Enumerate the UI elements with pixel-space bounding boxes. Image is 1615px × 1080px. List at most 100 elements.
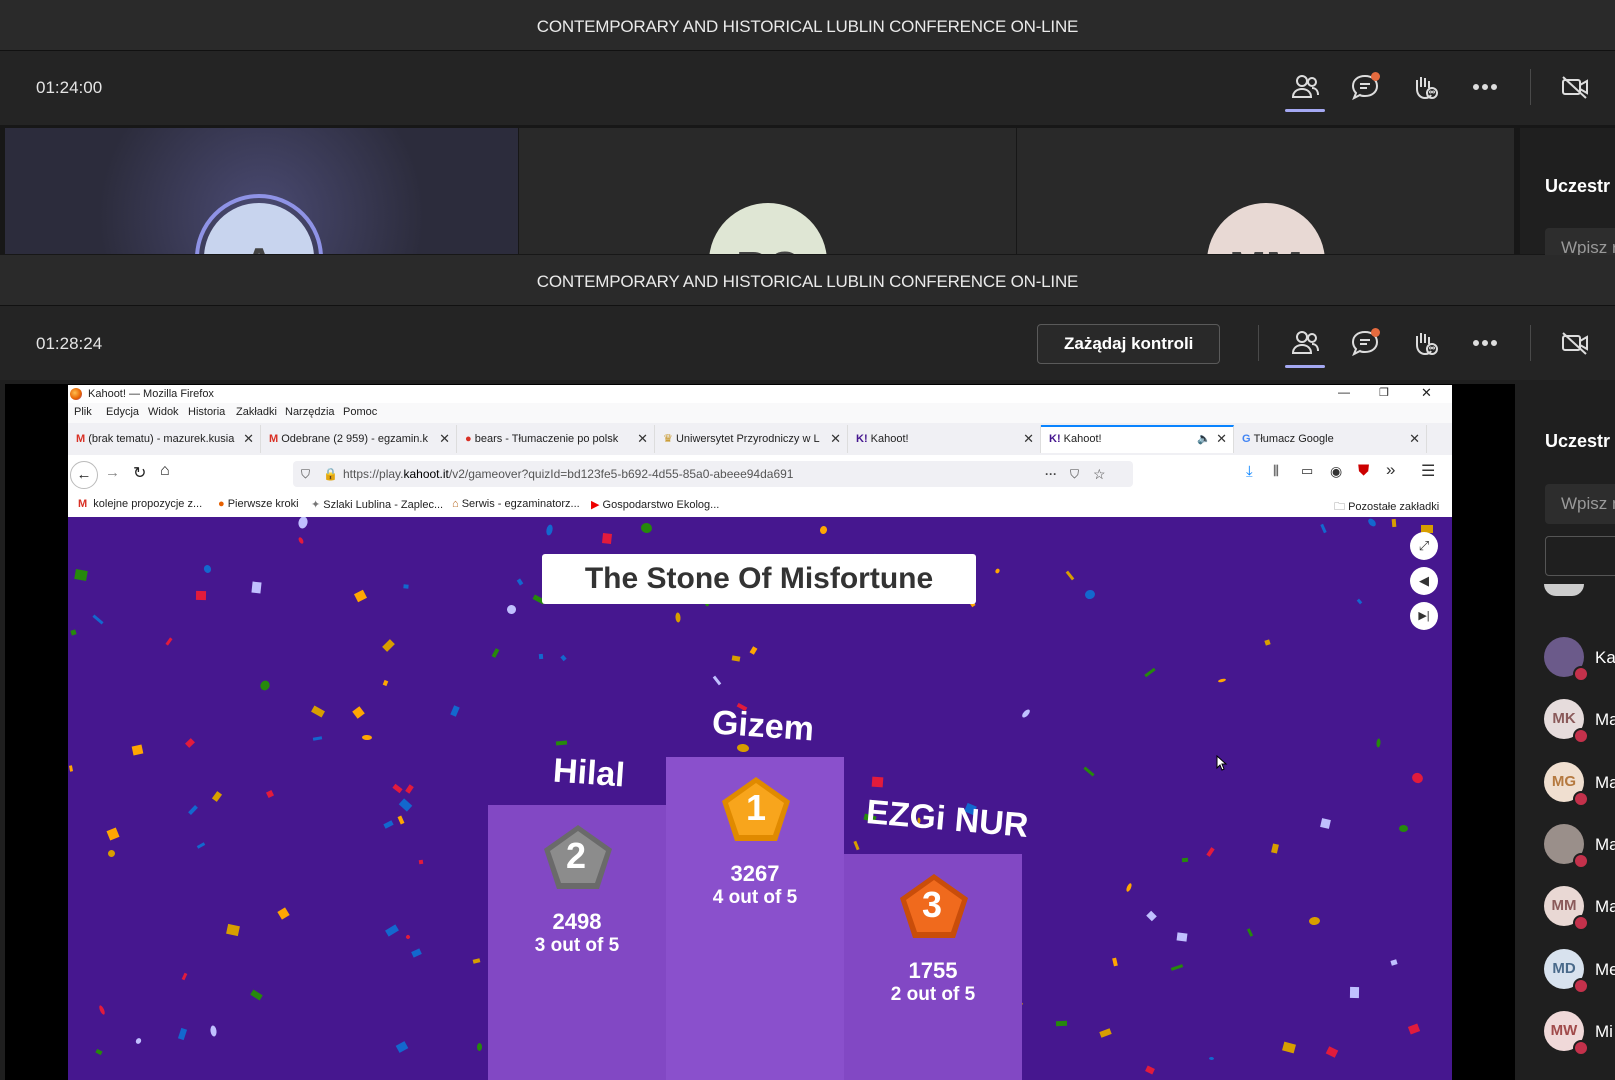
participant-row[interactable]: MK Ma: [1544, 699, 1615, 749]
raise-hand-icon[interactable]: [1407, 325, 1443, 361]
close-tab-icon[interactable]: ✕: [1023, 425, 1034, 453]
close-tab-icon[interactable]: ✕: [439, 425, 450, 453]
browser-tab[interactable]: ♛ Uniwersytet Przyrodniczy w L ✕: [655, 425, 848, 453]
bookmark-item[interactable]: M kolejne propozycje z...: [78, 498, 202, 510]
presence-busy-icon: [1573, 728, 1589, 744]
confetti-piece: [74, 569, 88, 581]
confetti-piece: [1084, 588, 1096, 601]
chat-icon[interactable]: [1347, 325, 1383, 361]
browser-tab[interactable]: M Odebrane (2 959) - egzamin.k ✕: [261, 425, 457, 453]
participant-row[interactable]: MD Me: [1544, 949, 1615, 999]
participant-row[interactable]: MG Ma: [1544, 762, 1615, 812]
volume-icon[interactable]: ◀: [1410, 567, 1438, 595]
confetti-piece: [1376, 738, 1381, 748]
request-control-button[interactable]: Zażądaj kontroli: [1037, 324, 1221, 364]
people-icon[interactable]: [1287, 325, 1323, 361]
menu-bookmarks[interactable]: Zakładki: [236, 406, 277, 418]
back-icon[interactable]: ←: [70, 461, 98, 489]
minimize-button[interactable]: —: [1338, 385, 1350, 399]
menu-history[interactable]: Historia: [188, 406, 225, 418]
participant-row[interactable]: Ma: [1544, 824, 1615, 874]
other-bookmarks[interactable]: 🗀 Pozostałe zakładki: [1334, 498, 1439, 517]
bookmark-item[interactable]: ● Pierwsze kroki: [218, 498, 299, 510]
participants-panel: Uczestr Wpisz r: [1520, 128, 1615, 268]
confetti-piece: [545, 523, 554, 537]
reload-icon[interactable]: ↻: [133, 463, 146, 483]
confetti-piece: [185, 738, 195, 748]
tab-label: Kahoot!: [1063, 433, 1102, 445]
menu-tools[interactable]: Narzędzia: [285, 406, 335, 418]
confetti-piece: [675, 612, 681, 623]
player-score: 2498: [552, 909, 602, 934]
place-number: 2: [566, 835, 587, 876]
home-icon[interactable]: ⌂: [160, 462, 170, 480]
people-icon[interactable]: [1287, 69, 1323, 105]
close-tab-icon[interactable]: ✕: [1216, 427, 1227, 451]
raise-hand-icon[interactable]: [1407, 69, 1443, 105]
university-icon: ♛: [663, 433, 673, 445]
close-tab-icon[interactable]: ✕: [637, 425, 648, 453]
tab-strip: M (brak tematu) - mazurek.kusia ✕ M Odebr…: [68, 423, 1452, 456]
place-number: 3: [922, 884, 943, 925]
video-tile[interactable]: MM: [1017, 128, 1514, 254]
close-window-button[interactable]: ✕: [1421, 385, 1432, 401]
video-tile[interactable]: A: [5, 128, 518, 254]
overflow-chevron-icon[interactable]: »: [1386, 460, 1395, 480]
close-tab-icon[interactable]: ✕: [830, 425, 841, 453]
ublock-icon[interactable]: ⛊: [1358, 462, 1369, 479]
menu-view[interactable]: Widok: [148, 406, 179, 418]
library-icon[interactable]: ⫼: [1273, 463, 1279, 479]
more-icon[interactable]: [1467, 69, 1503, 105]
menu-file[interactable]: Plik: [74, 406, 92, 418]
skip-icon[interactable]: ▶|: [1410, 602, 1438, 630]
participant-search-input[interactable]: Wpisz n: [1545, 484, 1615, 524]
forward-icon[interactable]: →: [105, 464, 120, 481]
bookmark-item[interactable]: ▶ Gospodarstwo Ekolog...: [591, 498, 719, 511]
camera-off-icon[interactable]: [1557, 69, 1593, 105]
browser-window: Kahoot! — Mozilla Firefox — ❐ ✕ Plik Edy…: [68, 385, 1452, 1080]
participant-row[interactable]: MW Mi: [1544, 1011, 1615, 1061]
bookmark-item[interactable]: ⌂ Serwis - egzaminatorz...: [452, 498, 580, 510]
browser-tab[interactable]: K! Kahoot! ✕: [848, 425, 1041, 453]
confetti-piece: [418, 859, 424, 865]
hamburger-menu-icon[interactable]: ☰: [1421, 461, 1435, 481]
bookmark-item[interactable]: ✦ Szlaki Lublina - Zaplec...: [311, 498, 443, 511]
meeting-timer: 01:28:24: [36, 334, 103, 353]
kahoot-icon: K!: [1049, 433, 1061, 445]
chat-icon[interactable]: [1347, 69, 1383, 105]
speaker-icon[interactable]: 🔈: [1197, 427, 1211, 451]
video-tile[interactable]: BC: [519, 128, 1016, 254]
page-actions-icon[interactable]: ···: [1045, 461, 1057, 487]
confetti-piece: [134, 1037, 143, 1045]
pocket-icon[interactable]: ⛉: [1070, 461, 1079, 487]
confetti-piece: [68, 765, 74, 772]
player-correct: 2 out of 5: [890, 984, 976, 1005]
confetti-piece: [92, 614, 104, 625]
more-icon[interactable]: [1467, 325, 1503, 361]
restore-button[interactable]: ❐: [1379, 386, 1389, 399]
browser-tab[interactable]: M (brak tematu) - mazurek.kusia ✕: [68, 425, 261, 453]
toolbar-divider: [1530, 325, 1531, 361]
browser-tab[interactable]: ● bears - Tłumaczenie po polsk ✕: [457, 425, 655, 453]
share-invite-button[interactable]: [1545, 536, 1615, 576]
confetti-piece: [106, 827, 120, 841]
bookmark-star-icon[interactable]: ☆: [1093, 461, 1106, 487]
fullscreen-icon[interactable]: ⤢: [1410, 532, 1438, 560]
downloads-icon[interactable]: ⤓: [1246, 463, 1253, 480]
confetti-piece: [1020, 708, 1032, 719]
confetti-piece: [1320, 523, 1327, 534]
close-tab-icon[interactable]: ✕: [1409, 425, 1420, 453]
menu-help[interactable]: Pomoc: [343, 406, 377, 418]
sidebar-toggle-icon[interactable]: ▭: [1301, 463, 1313, 479]
browser-title-bar: Kahoot! — Mozilla Firefox — ❐ ✕: [68, 385, 1452, 403]
participant-row[interactable]: MM Ma: [1544, 886, 1615, 936]
presence-busy-icon: [1573, 853, 1589, 869]
browser-tab-active[interactable]: K! Kahoot! 🔈 ✕: [1041, 425, 1234, 453]
browser-tab[interactable]: G Tłumacz Google ✕: [1234, 425, 1427, 453]
menu-edit[interactable]: Edycja: [106, 406, 139, 418]
participant-row[interactable]: Ka: [1544, 637, 1615, 687]
camera-off-icon[interactable]: [1557, 325, 1593, 361]
url-bar[interactable]: ⛉ 🔒 https://play.kahoot.it/v2/gameover?q…: [293, 461, 1133, 487]
account-icon[interactable]: ◉: [1330, 463, 1342, 480]
close-tab-icon[interactable]: ✕: [243, 425, 254, 453]
